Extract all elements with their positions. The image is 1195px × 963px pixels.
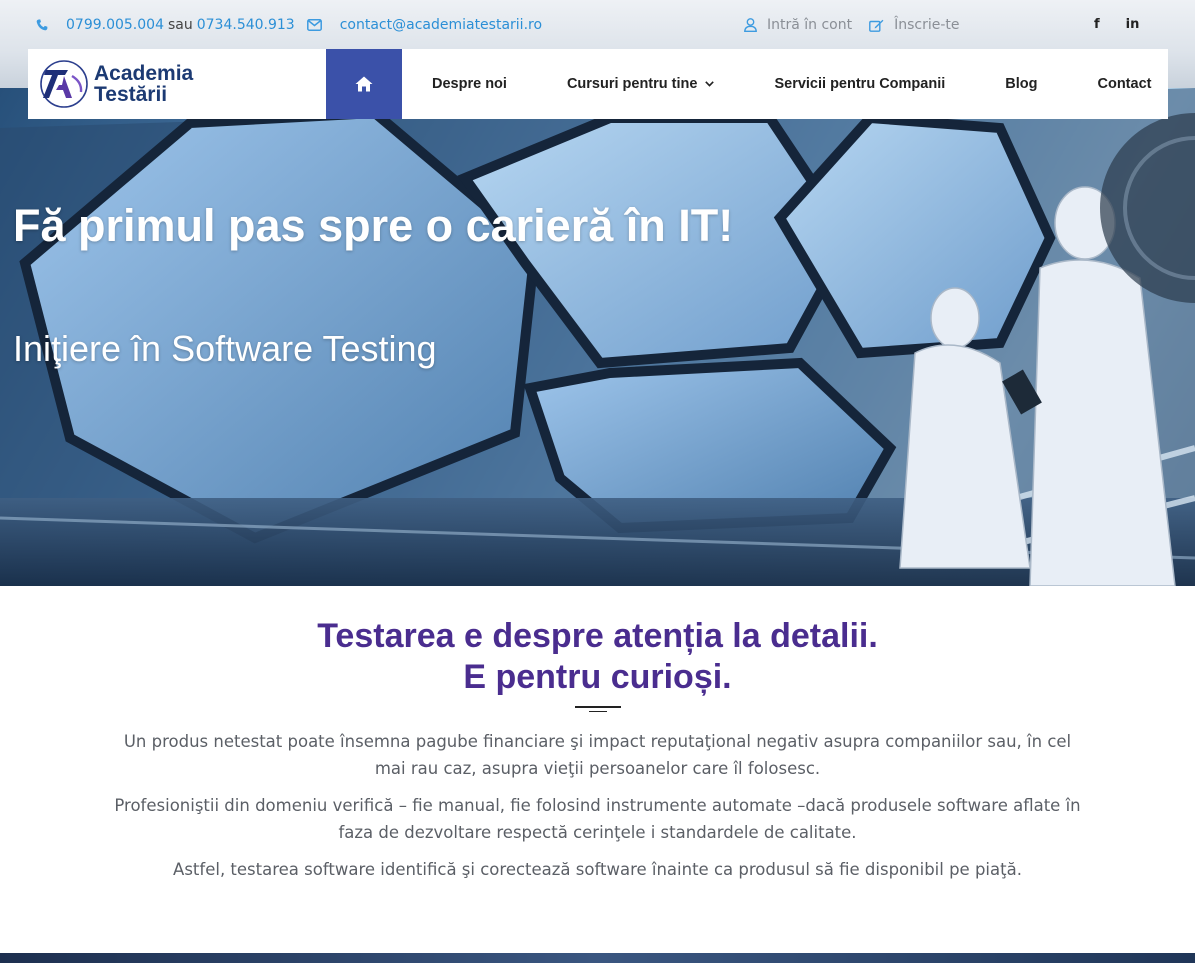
hero-banner: Fă primul pas spre o carieră în IT! Iniţ…	[0, 88, 1195, 586]
home-icon	[355, 76, 373, 92]
heading-divider	[575, 706, 621, 712]
hero-subtitle: Iniţiere în Software Testing	[13, 328, 437, 369]
intro-paragraph-3: Astfel, testarea software identifică şi …	[173, 860, 1022, 879]
edit-icon	[869, 19, 884, 32]
intro-heading-line-1: Testarea e despre atenția la detalii.	[317, 617, 878, 655]
home-button[interactable]	[326, 49, 402, 119]
signup-link[interactable]: Înscrie-te	[894, 17, 959, 33]
phone-link-1[interactable]: 0799.005.004	[66, 17, 164, 33]
nav-item-blog[interactable]: Blog	[1005, 76, 1037, 92]
nav-item-servicii[interactable]: Servicii pentru Companii	[774, 76, 945, 92]
nav-item-contact[interactable]: Contact	[1098, 76, 1152, 92]
nav-item-cursuri[interactable]: Cursuri pentru tine	[567, 76, 715, 92]
envelope-icon	[306, 19, 322, 31]
login-link[interactable]: Intră în cont	[767, 17, 852, 33]
logo-line-1: Academia	[94, 62, 194, 85]
linkedin-icon[interactable]: in	[1126, 17, 1140, 32]
chevron-down-icon	[705, 81, 715, 87]
nav-menu: Despre noi Cursuri pentru tine Servicii …	[402, 49, 1151, 119]
logo-line-2: Testării	[94, 83, 168, 106]
contact-info: 0799.005.004 sau 0734.540.913 contact@ac…	[36, 15, 542, 35]
account-links: Intră în cont Înscrie-te	[744, 15, 960, 35]
site-logo[interactable]: Academia Testării	[38, 54, 218, 114]
logo-mark	[40, 60, 88, 108]
logo-text: Academia Testării	[94, 63, 193, 105]
user-icon	[744, 18, 757, 32]
hero-title: Fă primul pas spre o carieră în IT!	[13, 200, 734, 251]
next-section-edge	[0, 953, 1195, 963]
nav-item-cursuri-label: Cursuri pentru tine	[566, 76, 698, 92]
email-link[interactable]: contact@academiatestarii.ro	[340, 17, 542, 33]
main-navigation: Academia Testării Despre noi Cursuri pen…	[28, 49, 1168, 119]
intro-heading-line-2: E pentru curioși.	[463, 658, 732, 696]
intro-section: Testarea e despre atenția la detalii. E …	[0, 586, 1195, 953]
intro-paragraph-2: Profesioniştii din domeniu verifică – fi…	[114, 796, 1081, 842]
facebook-icon[interactable]: f	[1094, 17, 1100, 32]
intro-heading: Testarea e despre atenția la detalii. E …	[0, 616, 1195, 698]
phone-separator: sau	[167, 17, 193, 33]
phone-icon	[36, 19, 48, 31]
intro-paragraph-1: Un produs netestat poate însemna pagube …	[123, 732, 1072, 778]
phone-link-2[interactable]: 0734.540.913	[197, 17, 295, 33]
social-links: f in	[1094, 17, 1139, 32]
nav-item-despre-noi[interactable]: Despre noi	[432, 76, 507, 92]
